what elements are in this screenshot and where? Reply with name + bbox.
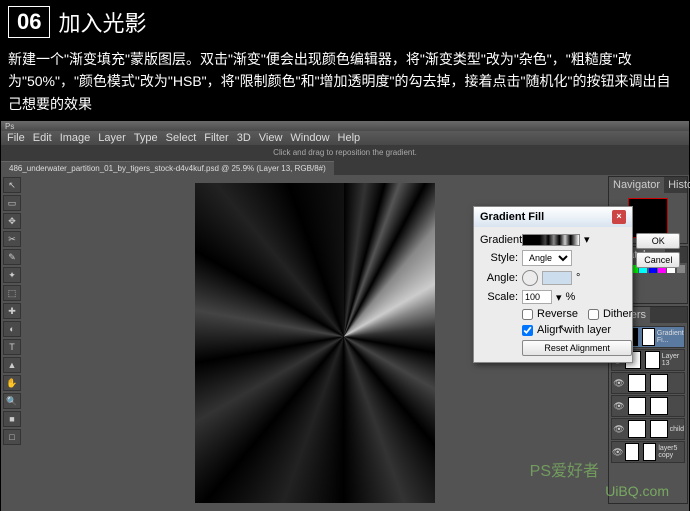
tab-navigator[interactable]: Navigator bbox=[609, 177, 664, 193]
align-label: Align with layer bbox=[537, 324, 611, 336]
pen-tool-icon[interactable]: ▲ bbox=[3, 357, 21, 373]
ps-menubar: File Edit Image Layer Type Select Filter… bbox=[1, 131, 689, 145]
scale-input[interactable] bbox=[522, 290, 552, 304]
layer-name: child bbox=[670, 426, 684, 433]
mask-thumb[interactable] bbox=[650, 374, 668, 392]
mask-thumb[interactable] bbox=[650, 420, 668, 438]
layer-thumb[interactable] bbox=[628, 397, 646, 415]
layer-row[interactable]: 👁 bbox=[611, 395, 685, 417]
heal-tool-icon[interactable]: ✚ bbox=[3, 303, 21, 319]
document-canvas[interactable] bbox=[195, 183, 435, 503]
step-title: 加入光影 bbox=[58, 6, 146, 38]
layer-name: layer5 copy bbox=[658, 445, 684, 459]
ok-button[interactable]: OK bbox=[636, 233, 680, 249]
reverse-checkbox[interactable] bbox=[522, 309, 533, 320]
gradient-fill-dialog[interactable]: Gradient Fill × Gradient: ▾ Style: Angle… bbox=[473, 206, 633, 363]
layer-row[interactable]: 👁 layer5 copy bbox=[611, 441, 685, 463]
fg-color-icon[interactable]: ■ bbox=[3, 411, 21, 427]
type-tool-icon[interactable]: T bbox=[3, 339, 21, 355]
scale-label: Scale: bbox=[480, 291, 518, 303]
frame-tool-icon[interactable]: ⬚ bbox=[3, 285, 21, 301]
layer-row[interactable]: 👁 bbox=[611, 372, 685, 394]
reset-alignment-button[interactable]: Reset Alignment bbox=[522, 340, 632, 356]
visibility-icon[interactable]: 👁 bbox=[612, 424, 626, 435]
gradient-preview[interactable] bbox=[522, 234, 580, 246]
cursor-icon: ↖ bbox=[558, 322, 567, 335]
layer-thumb[interactable] bbox=[625, 443, 638, 461]
step-number: 06 bbox=[8, 6, 50, 38]
toolbox: ↖ ▭ ✥ ✂ ✎ ✦ ⬚ ✚ ◐ T ▲ ✋ 🔍 ■ □ bbox=[1, 175, 23, 511]
crop-tool-icon[interactable]: ✂ bbox=[3, 231, 21, 247]
menu-3d[interactable]: 3D bbox=[237, 132, 251, 144]
close-icon[interactable]: × bbox=[612, 210, 626, 224]
document-tabbar: 486_underwater_partition_01_by_tigers_st… bbox=[1, 159, 689, 175]
angle-label: Angle: bbox=[480, 272, 518, 284]
menu-image[interactable]: Image bbox=[60, 132, 91, 144]
gradient-label: Gradient: bbox=[480, 234, 518, 246]
gradient-rays bbox=[195, 183, 435, 503]
dropdown-icon[interactable]: ▾ bbox=[556, 291, 562, 304]
visibility-icon[interactable]: 👁 bbox=[612, 447, 623, 458]
degree-icon: ° bbox=[576, 272, 580, 284]
menu-select[interactable]: Select bbox=[166, 132, 197, 144]
ps-titlebar: Ps bbox=[1, 121, 689, 131]
layer-thumb[interactable] bbox=[628, 374, 646, 392]
dropdown-icon[interactable]: ▾ bbox=[584, 233, 590, 246]
zoom-tool-icon[interactable]: 🔍 bbox=[3, 393, 21, 409]
navigator-thumb[interactable] bbox=[628, 198, 668, 238]
layer-row[interactable]: 👁 child bbox=[611, 418, 685, 440]
menu-view[interactable]: View bbox=[259, 132, 283, 144]
angle-input[interactable] bbox=[542, 271, 572, 285]
menu-filter[interactable]: Filter bbox=[204, 132, 228, 144]
cancel-button[interactable]: Cancel bbox=[636, 252, 680, 268]
dodge-tool-icon[interactable]: ◐ bbox=[3, 321, 21, 337]
photoshop-window: Ps File Edit Image Layer Type Select Fil… bbox=[1, 121, 689, 511]
lasso-tool-icon[interactable]: ✥ bbox=[3, 213, 21, 229]
layer-thumb[interactable] bbox=[628, 420, 646, 438]
style-select[interactable]: Angle bbox=[522, 250, 572, 266]
document-tab[interactable]: 486_underwater_partition_01_by_tigers_st… bbox=[1, 161, 334, 175]
wand-tool-icon[interactable]: ✦ bbox=[3, 267, 21, 283]
tab-histogram[interactable]: Histogram bbox=[664, 177, 690, 193]
visibility-icon[interactable]: 👁 bbox=[612, 378, 626, 389]
step-description: 新建一个"渐变填充"蒙版图层。双击"渐变"便会出现颜色编辑器，将"渐变类型"改为… bbox=[0, 44, 690, 119]
reverse-label: Reverse bbox=[537, 308, 578, 320]
menu-window[interactable]: Window bbox=[290, 132, 329, 144]
menu-edit[interactable]: Edit bbox=[33, 132, 52, 144]
style-label: Style: bbox=[480, 252, 518, 264]
hand-tool-icon[interactable]: ✋ bbox=[3, 375, 21, 391]
mask-thumb[interactable] bbox=[643, 443, 656, 461]
menu-help[interactable]: Help bbox=[338, 132, 361, 144]
angle-dial[interactable] bbox=[522, 270, 538, 286]
mask-thumb[interactable] bbox=[650, 397, 668, 415]
watermark-url: UiBQ.com bbox=[605, 483, 669, 499]
brush-tool-icon[interactable]: ✎ bbox=[3, 249, 21, 265]
align-checkbox[interactable] bbox=[522, 325, 533, 336]
visibility-icon[interactable]: 👁 bbox=[612, 401, 626, 412]
options-bar: Click and drag to reposition the gradien… bbox=[1, 145, 689, 159]
menu-layer[interactable]: Layer bbox=[98, 132, 126, 144]
move-tool-icon[interactable]: ↖ bbox=[3, 177, 21, 193]
bg-color-icon[interactable]: □ bbox=[3, 429, 21, 445]
dither-label: Dither bbox=[603, 308, 632, 320]
menu-type[interactable]: Type bbox=[134, 132, 158, 144]
dither-checkbox[interactable] bbox=[588, 309, 599, 320]
watermark: PS爱好者 bbox=[530, 457, 599, 481]
menu-file[interactable]: File bbox=[7, 132, 25, 144]
scale-unit: % bbox=[566, 291, 576, 303]
marquee-tool-icon[interactable]: ▭ bbox=[3, 195, 21, 211]
dialog-title: Gradient Fill bbox=[480, 211, 544, 223]
